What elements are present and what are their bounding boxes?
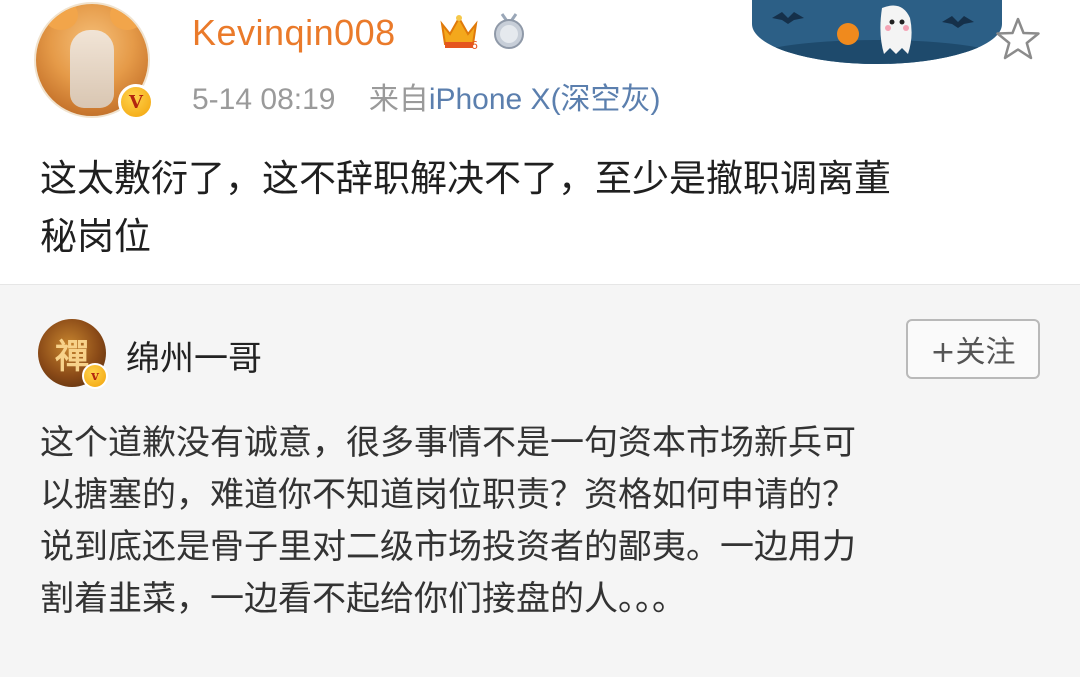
repost-content: 这个道歉没有诚意，很多事情不是一句资本市场新兵可 以搪塞的，难道你不知道岗位职责…	[40, 417, 1050, 625]
user-avatar[interactable]: V	[30, 2, 158, 120]
repost-author-avatar[interactable]: 禪 v	[38, 319, 110, 391]
follow-button[interactable]: +关注	[906, 319, 1040, 379]
repost-content-line: 说到底还是骨子里对二级市场投资者的鄙夷。一边用力	[40, 527, 856, 567]
svg-text:6: 6	[471, 39, 478, 50]
source-prefix: 来自	[368, 83, 429, 116]
verified-badge-icon: V	[118, 84, 154, 120]
repost-content-line: 这个道歉没有诚意，很多事情不是一句资本市场新兵可	[40, 423, 856, 463]
verified-badge-icon: v	[82, 363, 108, 389]
repost-author-name[interactable]: 绵州一哥	[126, 331, 262, 380]
post-content-line: 这太敷衍了，这不辞职解决不了，至少是撤职调离董	[40, 157, 891, 200]
source-device-link[interactable]: iPhone X(深空灰)	[429, 83, 661, 116]
post-meta: 5-14 08:19 来自iPhone X(深空灰)	[192, 74, 661, 118]
post-time: 5-14 08:19	[192, 83, 336, 116]
post-username[interactable]: Kevinqin008	[192, 12, 396, 54]
repost-content-line: 割着韭菜，一边看不起给你们接盘的人。。。	[40, 579, 686, 619]
vip-crown-icon[interactable]: 6	[438, 12, 480, 50]
weibo-post: V Kevinqin008 6 5-14 08:19 来自iPhone X(深空…	[0, 0, 1080, 284]
halloween-banner-icon	[752, 0, 1002, 64]
post-content-line: 秘岗位	[40, 215, 151, 258]
repost-content-line: 以搪塞的，难道你不知道岗位职责？资格如何申请的？	[40, 475, 856, 515]
post-content: 这太敷衍了，这不辞职解决不了，至少是撤职调离董 秘岗位	[40, 150, 1050, 266]
star-icon[interactable]	[994, 16, 1042, 62]
original-post-card[interactable]: 禪 v 绵州一哥 +关注 这个道歉没有诚意，很多事情不是一句资本市场新兵可 以搪…	[0, 284, 1080, 677]
medal-icon[interactable]	[492, 12, 526, 50]
